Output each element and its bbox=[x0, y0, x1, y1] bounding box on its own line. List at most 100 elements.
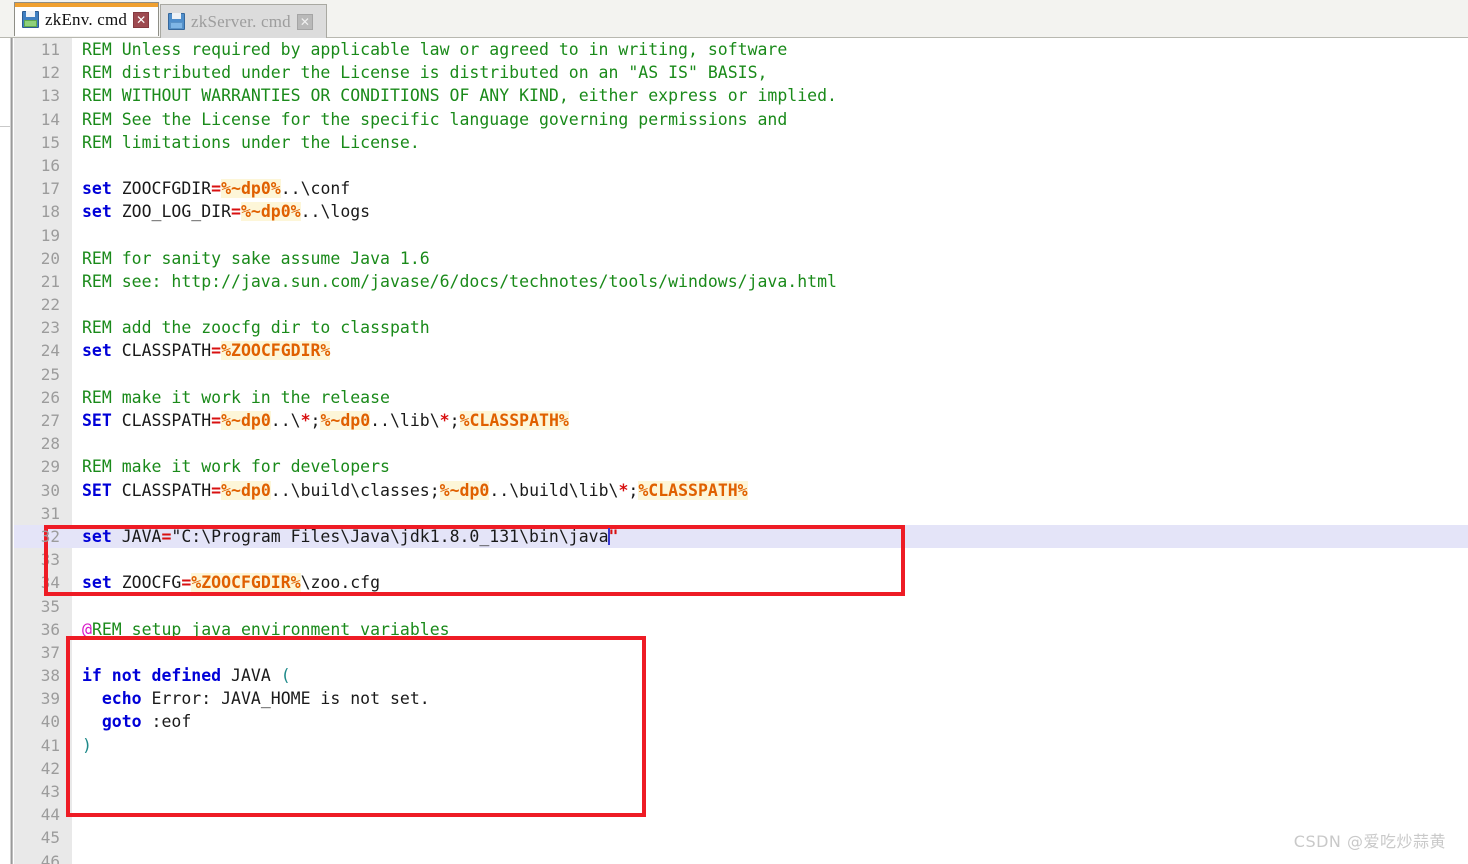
code-line[interactable]: 22 bbox=[41, 293, 1468, 316]
code-line[interactable]: 37 bbox=[41, 641, 1468, 664]
code-token: set bbox=[82, 202, 112, 222]
code-token: %ZOOCFGDIR% bbox=[191, 573, 301, 593]
code-token: ..\lib\ bbox=[370, 411, 440, 430]
code-token: %CLASSPATH% bbox=[459, 411, 569, 430]
code-token: ; bbox=[449, 411, 460, 430]
editor-window: zkEnv. cmd ✕ zkServer. cmd ✕ 11 REM Unles… bbox=[0, 0, 1468, 864]
tab-zkserver-cmd[interactable]: zkServer. cmd ✕ bbox=[160, 4, 327, 38]
code-line[interactable]: 43 bbox=[41, 780, 1468, 803]
code-token: ( bbox=[280, 666, 291, 686]
code-token: * bbox=[300, 411, 311, 430]
code-line[interactable]: 39 echo Error: JAVA_HOME is not set. bbox=[41, 687, 1468, 710]
floppy-save-icon bbox=[168, 13, 185, 30]
code-line[interactable]: 23 REM add the zoocfg dir to classpath bbox=[41, 316, 1468, 339]
close-x-icon[interactable]: ✕ bbox=[133, 11, 150, 28]
code-line[interactable]: 15 REM limitations under the License. bbox=[41, 131, 1468, 154]
code-line[interactable]: 38 if not defined JAVA ( bbox=[41, 664, 1468, 687]
code-line[interactable]: 40 goto :eof bbox=[41, 710, 1468, 733]
code-line-text: set ZOO_LOG_DIR=%~dp0%..\logs bbox=[82, 200, 370, 223]
code-line[interactable]: 28 bbox=[41, 432, 1468, 455]
code-line[interactable]: 30 SET CLASSPATH=%~dp0..\build\classes;%~… bbox=[41, 479, 1468, 502]
code-token: REM make it work for developers bbox=[82, 457, 390, 477]
code-token: "C:\Program Files\Java\jdk1.8.0_131\bin\… bbox=[171, 526, 609, 546]
line-number: 33 bbox=[40, 550, 60, 570]
code-line[interactable]: 12 REM distributed under the License is d… bbox=[41, 61, 1468, 84]
line-number: 21 bbox=[40, 271, 60, 291]
code-token: = bbox=[211, 480, 222, 500]
code-line[interactable]: 20 REM for sanity sake assume Java 1.6 bbox=[41, 247, 1468, 270]
code-line[interactable]: 42 bbox=[41, 757, 1468, 780]
code-line[interactable]: 25 bbox=[41, 363, 1468, 386]
code-line[interactable]: 32 set JAVA="C:\Program Files\Java\jdk1.8… bbox=[14, 524, 1468, 549]
code-line[interactable]: 46 bbox=[41, 850, 1468, 864]
code-text-area[interactable]: 11 REM Unless required by applicable law … bbox=[14, 38, 1468, 864]
line-number: 16 bbox=[40, 155, 60, 175]
code-token: SET bbox=[82, 411, 112, 430]
code-line[interactable]: 24 set CLASSPATH=%ZOOCFGDIR% bbox=[41, 339, 1468, 362]
code-editor[interactable]: 11 REM Unless required by applicable law … bbox=[0, 38, 1468, 864]
code-token: REM make it work in the release bbox=[82, 387, 390, 407]
code-line-text: REM make it work for developers bbox=[82, 455, 390, 478]
tab-zkenv-cmd[interactable]: zkEnv. cmd ✕ bbox=[14, 2, 159, 36]
code-line[interactable]: 21 REM see: http://java.sun.com/javase/6/… bbox=[41, 270, 1468, 293]
line-number: 44 bbox=[40, 805, 60, 825]
line-number: 41 bbox=[40, 735, 60, 755]
code-line[interactable]: 35 bbox=[41, 595, 1468, 618]
code-line-text: REM make it work in the release bbox=[82, 386, 390, 409]
line-number: 38 bbox=[40, 666, 60, 686]
code-token: ZOOCFG bbox=[111, 573, 182, 593]
code-line[interactable]: 18 set ZOO_LOG_DIR=%~dp0%..\logs bbox=[41, 200, 1468, 223]
close-x-icon[interactable]: ✕ bbox=[296, 13, 313, 30]
code-line[interactable]: 14 REM See the License for the specific l… bbox=[41, 108, 1468, 131]
line-number: 30 bbox=[40, 480, 60, 500]
line-number: 25 bbox=[40, 364, 60, 384]
line-number: 11 bbox=[40, 40, 60, 59]
code-line-text: REM See the License for the specific lan… bbox=[82, 108, 787, 131]
code-line[interactable]: 41) bbox=[41, 734, 1468, 757]
code-token: %~dp0 bbox=[439, 480, 490, 500]
code-line[interactable]: 29 REM make it work for developers bbox=[41, 455, 1468, 478]
code-token: = bbox=[231, 202, 241, 222]
line-number: 22 bbox=[40, 295, 60, 315]
code-token: CLASSPATH bbox=[111, 341, 212, 361]
code-token: REM See the License for the specific lan… bbox=[82, 109, 788, 129]
code-token: @ bbox=[82, 619, 92, 639]
code-token: * bbox=[439, 411, 450, 430]
code-token: %CLASSPATH% bbox=[638, 480, 748, 500]
code-token: :eof bbox=[141, 712, 192, 732]
code-token: = bbox=[181, 573, 192, 593]
line-number: 27 bbox=[40, 411, 60, 430]
code-token: REM WITHOUT WARRANTIES OR CONDITIONS OF … bbox=[82, 86, 837, 106]
code-token: = bbox=[211, 341, 222, 361]
code-token: REM distributed under the License is dis… bbox=[82, 63, 768, 83]
code-line-text: echo Error: JAVA_HOME is not set. bbox=[82, 687, 430, 710]
code-line[interactable]: 17 set ZOOCFGDIR=%~dp0%..\conf bbox=[41, 177, 1468, 200]
line-number: 23 bbox=[40, 318, 60, 338]
code-line-text: REM WITHOUT WARRANTIES OR CONDITIONS OF … bbox=[82, 84, 837, 107]
code-line[interactable]: 34 set ZOOCFG=%ZOOCFGDIR%\zoo.cfg bbox=[41, 571, 1468, 594]
code-line[interactable]: 45 bbox=[41, 826, 1468, 849]
code-line[interactable]: 19 bbox=[41, 224, 1468, 247]
code-line[interactable]: 27 SET CLASSPATH=%~dp0..\*;%~dp0..\lib\*;… bbox=[41, 409, 1468, 432]
code-line[interactable]: 11 REM Unless required by applicable law … bbox=[41, 38, 1468, 61]
line-number: 12 bbox=[40, 63, 60, 83]
code-line[interactable]: 36 @REM setup java environment variables bbox=[41, 618, 1468, 641]
code-token: REM setup java environment variables bbox=[91, 619, 450, 639]
code-line-text: ) bbox=[82, 734, 92, 757]
line-number: 18 bbox=[40, 202, 60, 222]
line-number: 17 bbox=[40, 179, 60, 199]
code-token: %ZOOCFGDIR% bbox=[221, 341, 331, 361]
code-line[interactable]: 26 REM make it work in the release bbox=[41, 386, 1468, 409]
code-line[interactable]: 13 REM WITHOUT WARRANTIES OR CONDITIONS O… bbox=[41, 84, 1468, 107]
code-line[interactable]: 44 bbox=[41, 803, 1468, 826]
code-line[interactable]: 31 bbox=[41, 502, 1468, 525]
line-number: 29 bbox=[40, 457, 60, 477]
code-line-text: REM see: http://java.sun.com/javase/6/do… bbox=[82, 270, 837, 293]
code-token: %~dp0% bbox=[240, 202, 301, 222]
code-line[interactable]: 16 bbox=[41, 154, 1468, 177]
line-number: 37 bbox=[40, 642, 60, 662]
code-line[interactable]: 33 bbox=[41, 548, 1468, 571]
code-line-text: set CLASSPATH=%ZOOCFGDIR% bbox=[82, 339, 331, 362]
line-number: 35 bbox=[40, 596, 60, 616]
